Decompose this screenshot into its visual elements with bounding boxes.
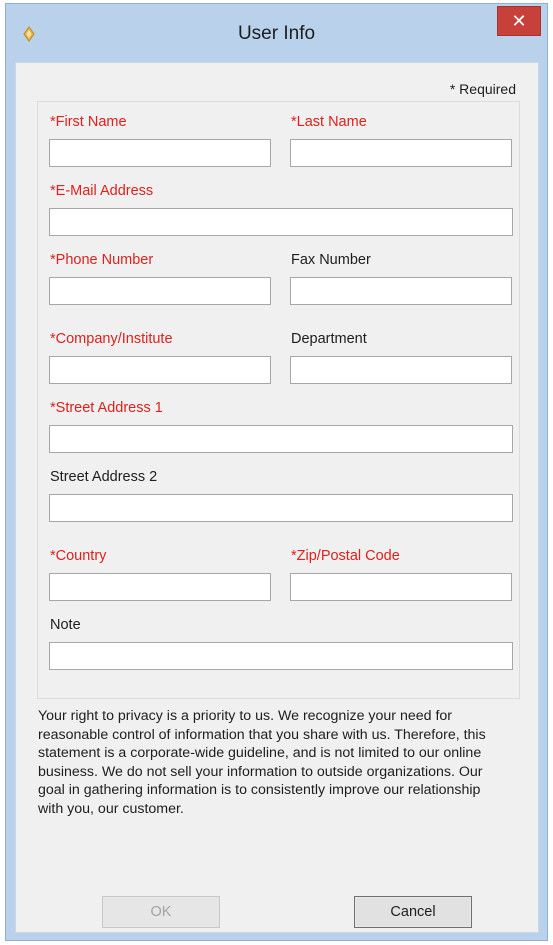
user-info-dialog: User Info ✕ * Required *First Name *Last… (5, 3, 548, 941)
phone-field[interactable] (49, 277, 271, 305)
privacy-statement: Your right to privacy is a priority to u… (38, 708, 486, 817)
last-name-field[interactable] (290, 139, 512, 167)
note-field[interactable] (49, 642, 513, 670)
title-bar[interactable]: User Info ✕ (6, 4, 547, 62)
required-note: * Required (449, 81, 516, 97)
first-name-field[interactable] (49, 139, 271, 167)
first-name-label: *First Name (50, 114, 127, 130)
street2-label: Street Address 2 (50, 469, 158, 485)
last-name-label: *Last Name (291, 114, 367, 130)
close-icon: ✕ (511, 10, 527, 31)
street1-field[interactable] (49, 425, 513, 453)
fax-label: Fax Number (291, 252, 371, 268)
department-field[interactable] (290, 356, 512, 384)
ok-button[interactable]: OK (102, 896, 220, 928)
country-label: *Country (50, 548, 107, 564)
street2-field[interactable] (49, 494, 513, 522)
fax-field[interactable] (290, 277, 512, 305)
cancel-button[interactable]: Cancel (354, 896, 472, 928)
street1-label: *Street Address 1 (50, 400, 163, 416)
note-label: Note (50, 617, 81, 633)
country-field[interactable] (49, 573, 271, 601)
company-label: *Company/Institute (50, 331, 173, 347)
dialog-client-area: * Required *First Name *Last Name *E-Mai… (15, 62, 539, 933)
window-title: User Info (237, 23, 316, 44)
form-group: *First Name *Last Name *E-Mail Address *… (37, 101, 520, 699)
close-button[interactable]: ✕ (497, 6, 541, 36)
email-label: *E-Mail Address (50, 183, 154, 199)
zip-field[interactable] (290, 573, 512, 601)
email-field[interactable] (49, 208, 513, 236)
phone-label: *Phone Number (50, 252, 154, 268)
company-field[interactable] (49, 356, 271, 384)
zip-label: *Zip/Postal Code (291, 548, 400, 564)
department-label: Department (291, 331, 367, 347)
